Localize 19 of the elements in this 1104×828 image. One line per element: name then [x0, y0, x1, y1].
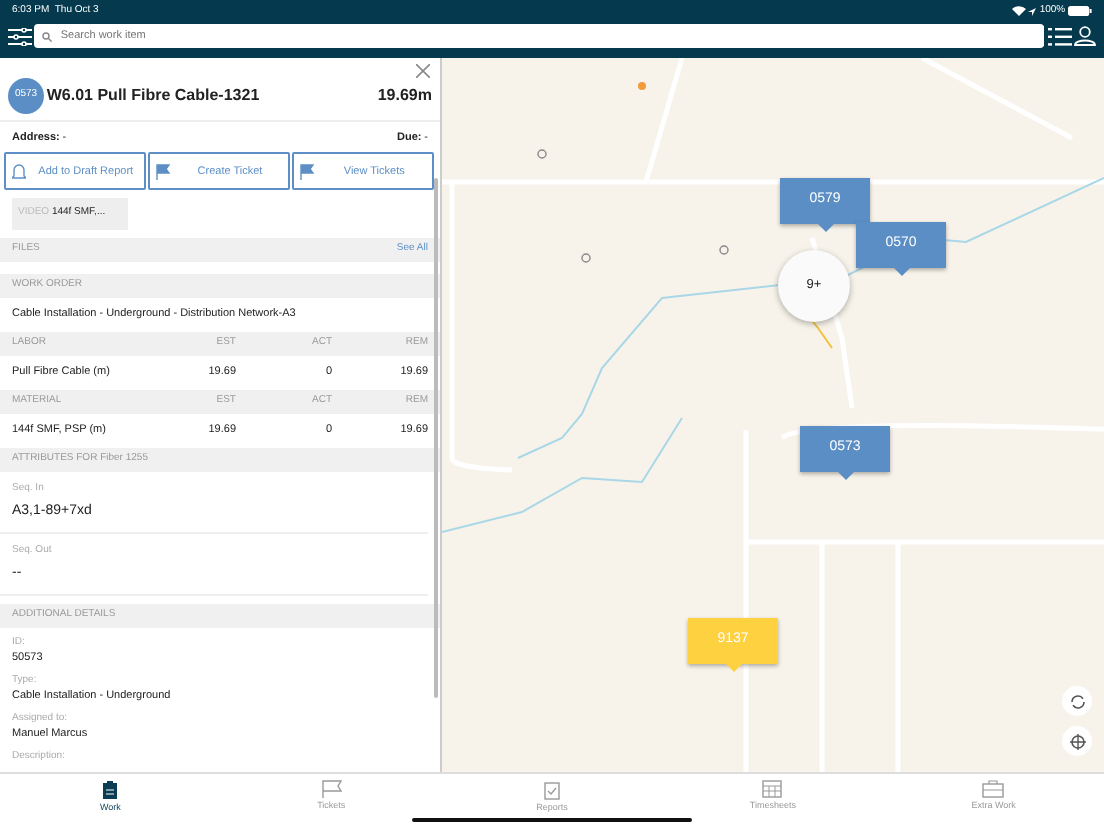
filter-icon[interactable] — [8, 27, 32, 45]
battery-icon — [1068, 6, 1092, 16]
flag-icon — [156, 163, 171, 180]
briefcase-icon — [982, 780, 1005, 798]
length-value: 19.69m — [377, 83, 432, 107]
profile-icon[interactable] — [1074, 26, 1096, 46]
clipboard-icon — [102, 780, 119, 800]
calendar-icon — [762, 780, 783, 798]
search-icon — [42, 31, 53, 41]
bell-icon — [12, 163, 26, 180]
crosshair-icon — [1069, 733, 1085, 749]
refresh-icon — [1069, 693, 1085, 709]
location-icon — [1028, 7, 1037, 15]
close-icon[interactable] — [416, 64, 430, 78]
clipboard-icon — [544, 780, 561, 800]
list-icon[interactable] — [1047, 27, 1072, 45]
work-item-title: W6.01 Pull Fibre Cable-1321 — [46, 83, 262, 107]
flag-icon — [321, 780, 342, 798]
flag-icon — [300, 163, 315, 180]
